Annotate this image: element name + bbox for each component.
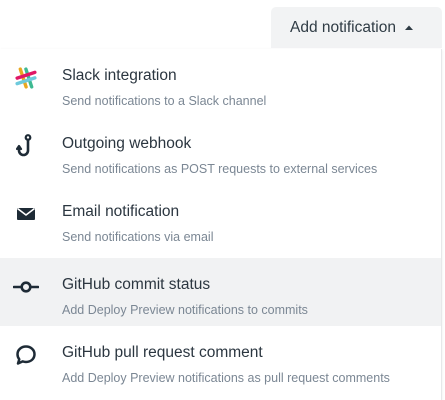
menu-item-title: Outgoing webhook <box>62 135 192 152</box>
menu-item-title: Slack integration <box>62 67 177 84</box>
add-notification-label: Add notification <box>290 18 396 36</box>
menu-item-description: Add Deploy Preview notifications as pull… <box>62 371 390 385</box>
menu-item-slack-integration[interactable]: Slack integration Send notifications to … <box>0 49 441 117</box>
webhook-hook-icon <box>13 133 39 159</box>
menu-item-description: Add Deploy Preview notifications to comm… <box>62 303 308 317</box>
speech-bubble-icon <box>13 342 39 368</box>
menu-item-github-commit-status[interactable]: GitHub commit status Add Deploy Preview … <box>0 258 441 326</box>
menu-item-title: GitHub commit status <box>62 276 211 293</box>
menu-item-title: Email notification <box>62 203 180 220</box>
menu-item-outgoing-webhook[interactable]: Outgoing webhook Send notifications as P… <box>0 117 441 185</box>
menu-item-description: Send notifications to a Slack channel <box>62 94 267 108</box>
menu-item-description: Send notifications as POST requests to e… <box>62 162 378 176</box>
chevron-up-icon <box>404 24 414 31</box>
menu-item-description: Send notifications via email <box>62 230 214 244</box>
menu-item-email-notification[interactable]: Email notification Send notifications vi… <box>0 185 441 253</box>
envelope-icon <box>13 201 39 227</box>
add-notification-button[interactable]: Add notification <box>271 7 442 48</box>
menu-item-github-pull-request-comment[interactable]: GitHub pull request comment Add Deploy P… <box>0 326 441 394</box>
notification-type-menu: Slack integration Send notifications to … <box>0 49 442 400</box>
slack-icon <box>13 65 39 91</box>
menu-item-title: GitHub pull request comment <box>62 344 263 361</box>
toolbar: Add notification <box>0 0 445 48</box>
git-commit-icon <box>13 274 39 300</box>
